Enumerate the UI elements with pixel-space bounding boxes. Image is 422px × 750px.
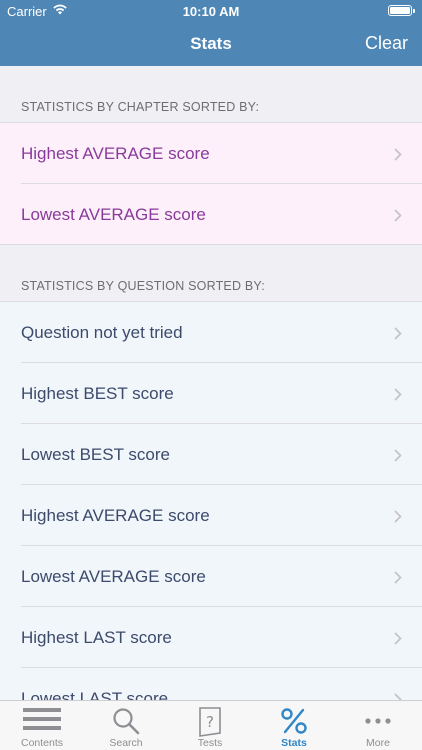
- tab-bar: Contents Search ? Tests Stats More: [0, 700, 422, 750]
- tab-tests[interactable]: ? Tests: [168, 701, 252, 750]
- chevron-right-icon: [394, 693, 402, 700]
- navigation-header: Carrier 10:10 AM Stats Clear: [0, 0, 422, 66]
- tab-stats[interactable]: Stats: [252, 701, 336, 750]
- chevron-right-icon: [394, 571, 402, 583]
- row-label: Question not yet tried: [21, 322, 183, 342]
- tab-label: Tests: [197, 737, 223, 749]
- more-dots-icon: [365, 718, 391, 724]
- row-label: Lowest AVERAGE score: [21, 566, 206, 586]
- chapter-section-header: STATISTICS BY CHAPTER SORTED BY:: [21, 100, 260, 114]
- chevron-right-icon: [394, 388, 402, 400]
- clear-button[interactable]: Clear: [365, 33, 408, 54]
- percent-icon: [281, 708, 307, 734]
- page-title: Stats: [190, 34, 232, 53]
- chevron-right-icon: [394, 449, 402, 461]
- question-lowest-best-row[interactable]: Lowest BEST score: [0, 424, 422, 485]
- stats-table[interactable]: STATISTICS BY CHAPTER SORTED BY: Highest…: [0, 66, 422, 700]
- row-label: Highest LAST score: [21, 627, 172, 647]
- search-icon: [113, 708, 140, 735]
- question-list: Question not yet tried Highest BEST scor…: [0, 301, 422, 700]
- list-icon: [23, 708, 61, 730]
- row-label: Highest BEST score: [21, 383, 174, 403]
- row-label: Highest AVERAGE score: [21, 143, 210, 163]
- svg-text:?: ?: [206, 713, 214, 731]
- status-bar: Carrier 10:10 AM: [0, 0, 422, 22]
- question-not-tried-row[interactable]: Question not yet tried: [0, 302, 422, 363]
- chevron-right-icon: [394, 327, 402, 339]
- question-lowest-last-row[interactable]: Lowest LAST score: [0, 668, 422, 700]
- tab-label: Search: [109, 737, 143, 749]
- row-label: Lowest BEST score: [21, 444, 170, 464]
- question-section-header: STATISTICS BY QUESTION SORTED BY:: [21, 279, 265, 293]
- row-label: Lowest AVERAGE score: [21, 204, 206, 224]
- row-label: Lowest LAST score: [21, 688, 169, 701]
- battery-icon: [388, 5, 415, 16]
- question-highest-best-row[interactable]: Highest BEST score: [0, 363, 422, 424]
- question-page-icon: ?: [199, 707, 221, 737]
- chapter-list: Highest AVERAGE score Lowest AVERAGE sco…: [0, 122, 422, 245]
- chevron-right-icon: [394, 632, 402, 644]
- question-highest-last-row[interactable]: Highest LAST score: [0, 607, 422, 668]
- tab-label: Stats: [281, 737, 307, 749]
- chapter-lowest-average-row[interactable]: Lowest AVERAGE score: [0, 184, 422, 245]
- tab-more[interactable]: More: [336, 701, 420, 750]
- tab-label: More: [366, 737, 390, 749]
- tab-label: Contents: [20, 737, 64, 749]
- row-label: Highest AVERAGE score: [21, 505, 210, 525]
- chevron-right-icon: [394, 510, 402, 522]
- question-lowest-average-row[interactable]: Lowest AVERAGE score: [0, 546, 422, 607]
- chevron-right-icon: [394, 148, 402, 160]
- clock-time: 10:10 AM: [182, 4, 240, 19]
- question-highest-average-row[interactable]: Highest AVERAGE score: [0, 485, 422, 546]
- chevron-right-icon: [394, 209, 402, 221]
- tab-search[interactable]: Search: [84, 701, 168, 750]
- chapter-highest-average-row[interactable]: Highest AVERAGE score: [0, 123, 422, 184]
- tab-contents[interactable]: Contents: [0, 701, 84, 750]
